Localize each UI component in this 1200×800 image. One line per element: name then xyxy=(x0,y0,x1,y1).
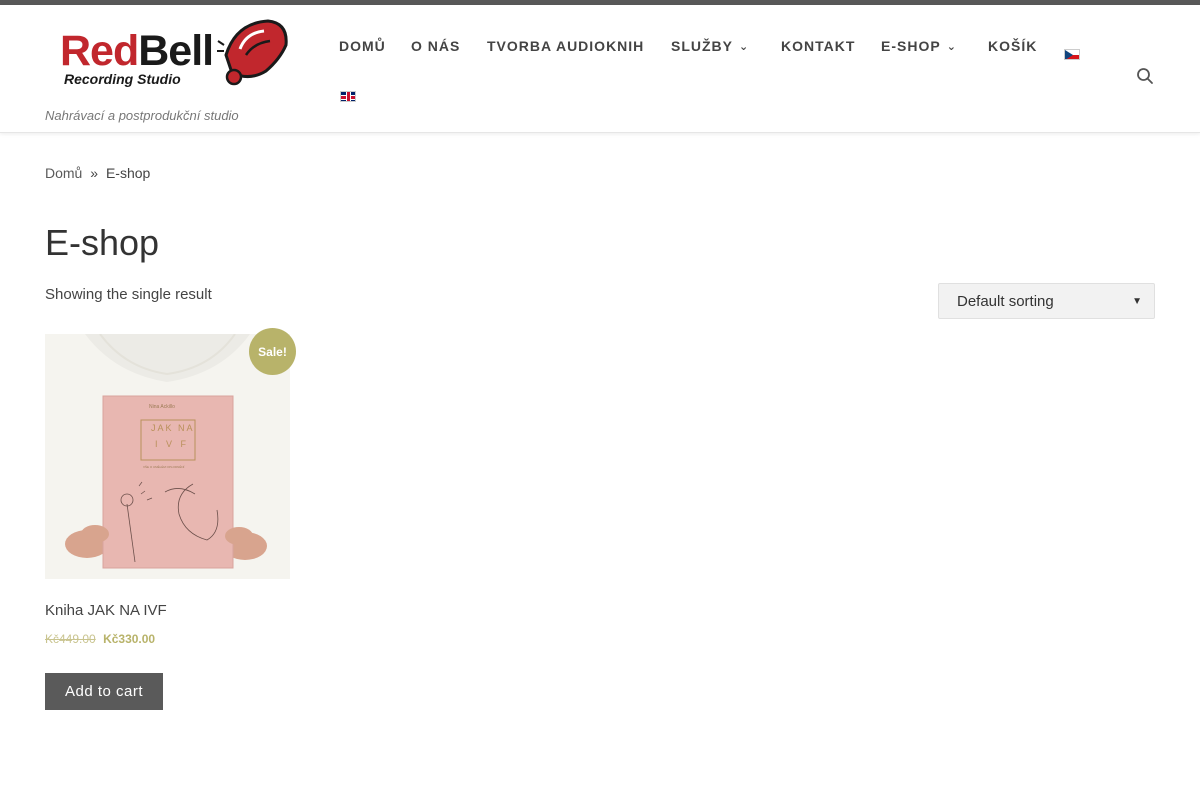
nav-item-tvorba-audioknih[interactable]: TVORBA AUDIOKNIH xyxy=(487,38,644,54)
breadcrumb-separator: » xyxy=(90,165,99,181)
logo-wordmark: RedBell xyxy=(60,27,214,75)
nav-item-domu[interactable]: DOMŮ xyxy=(339,38,386,54)
nav-label: DOMŮ xyxy=(339,38,386,54)
nav-label: O NÁS xyxy=(411,38,461,54)
product-photo xyxy=(45,334,290,579)
breadcrumb-home-link[interactable]: Domů xyxy=(45,165,82,181)
nav-label: TVORBA AUDIOKNIH xyxy=(487,38,645,54)
logo-subtitle: Recording Studio xyxy=(64,71,181,87)
nav-item-o-nas[interactable]: O NÁS xyxy=(411,38,460,54)
nav-label: E-SHOP xyxy=(881,38,941,54)
breadcrumb: Domů » E-shop xyxy=(45,165,150,181)
book-cover-title-1: JAK NA xyxy=(151,423,195,433)
chevron-down-icon: ⌄ xyxy=(946,41,957,53)
czech-flag-icon[interactable] xyxy=(1064,49,1080,60)
logo-text-red: Red xyxy=(60,27,139,75)
site-header: RedBell Recording Studio Nahrávací a pos… xyxy=(0,5,1200,133)
sorting-selected-value: Default sorting xyxy=(957,292,1054,310)
site-logo[interactable]: RedBell Recording Studio xyxy=(52,15,292,95)
add-to-cart-button[interactable]: Add to cart xyxy=(45,673,163,710)
search-icon[interactable] xyxy=(1136,67,1154,85)
page-title: E-shop xyxy=(45,222,160,263)
sale-price: Kč330.00 xyxy=(103,632,156,646)
nav-item-e-shop[interactable]: E-SHOP ⌄ xyxy=(881,38,957,54)
nav-label: SLUŽBY xyxy=(671,38,733,54)
nav-label: KOŠÍK xyxy=(988,38,1038,54)
chevron-down-icon: ⌄ xyxy=(739,41,750,53)
breadcrumb-current: E-shop xyxy=(105,165,151,181)
bell-logo-icon xyxy=(217,19,288,86)
chevron-down-icon: ▼ xyxy=(1132,295,1142,307)
uk-flag-icon[interactable] xyxy=(340,91,356,102)
book-cover-title-2: I V F xyxy=(155,439,190,449)
result-count: Showing the single result xyxy=(45,286,212,303)
site-tagline: Nahrávací a postprodukční studio xyxy=(45,108,239,123)
book-cover-author: Nina Ackillo xyxy=(149,404,175,410)
sorting-select[interactable]: Default sorting ▼ xyxy=(938,283,1155,319)
sale-badge: Sale! xyxy=(249,328,296,375)
product-card: Nina Ackillo JAK NA I V F VŠE O UMĚLÉM O… xyxy=(45,334,290,579)
product-image[interactable]: Nina Ackillo JAK NA I V F VŠE O UMĚLÉM O… xyxy=(45,334,290,579)
product-title-link[interactable]: Kniha JAK NA IVF xyxy=(45,602,167,619)
logo-text-dark: Bell xyxy=(138,27,214,75)
nav-label: KONTAKT xyxy=(781,38,856,54)
nav-item-kosik[interactable]: KOŠÍK xyxy=(988,38,1037,54)
nav-item-sluzby[interactable]: SLUŽBY ⌄ xyxy=(671,38,749,54)
old-price: Kč449.00 xyxy=(45,632,96,646)
product-price: Kč449.00 Kč330.00 xyxy=(45,632,155,646)
book-cover-subtitle: VŠE O UMĚLÉM OPLODNĚNÍ xyxy=(143,465,185,469)
nav-item-kontakt[interactable]: KONTAKT xyxy=(781,38,855,54)
